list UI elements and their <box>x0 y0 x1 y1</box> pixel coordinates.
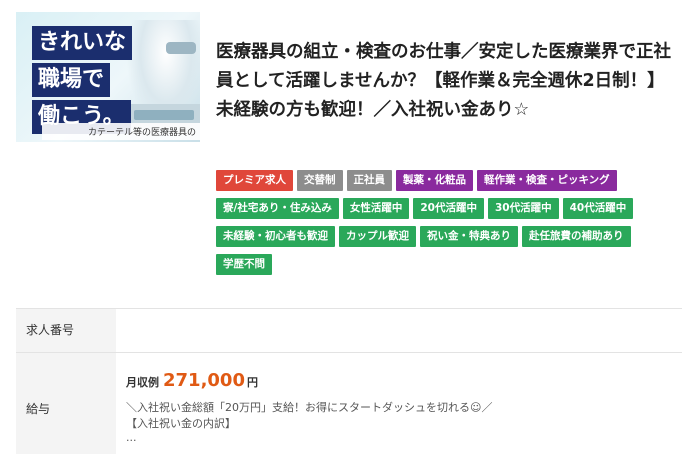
work-tray <box>134 110 194 120</box>
salary-description-more: ... <box>126 431 137 444</box>
job-thumbnail[interactable]: きれいな 職場で 働こう。 カテーテル等の医療器具の <box>16 12 200 142</box>
job-tag: 学歴不問 <box>216 254 272 275</box>
job-tag: 30代活躍中 <box>487 198 559 219</box>
tag-list: プレミア求人 交替制 正社員 製薬・化粧品 軽作業・検査・ピッキング寮/社宅あり・住み込… <box>216 170 686 282</box>
job-tag: 正社員 <box>346 170 392 191</box>
job-tag: 製薬・化粧品 <box>396 170 473 191</box>
salary-summary: 月収例 271,000 円 <box>126 370 258 391</box>
salary-description: 【入社祝い金の内訳】 <box>126 417 236 430</box>
worker-goggles <box>166 42 196 54</box>
job-tag: 交替制 <box>297 170 343 191</box>
job-tag: 女性活躍中 <box>342 198 410 219</box>
job-tag: 20代活躍中 <box>413 198 484 219</box>
job-title[interactable]: 医療器具の組立・検査のお仕事／安定した医療業界で正社員として活躍しませんか？【軽… <box>216 38 682 125</box>
job-number-label: 求人番号 <box>26 323 75 337</box>
salary-description: ＼入社祝い金総額「20万円」支給！お得にスタートダッシュを切れる☺／ <box>126 401 493 414</box>
thumbnail-caption: カテーテル等の医療器具の <box>42 123 200 140</box>
salary-label: 給与 <box>26 402 51 416</box>
thumbnail-text-line-1: きれいな <box>32 26 133 60</box>
job-tag: 40代活躍中 <box>562 198 634 219</box>
job-tag: カップル歓迎 <box>339 226 416 247</box>
thumbnail-text-line-2: 職場で <box>32 63 111 97</box>
salary-prefix: 月収例 <box>126 376 159 389</box>
salary-unit: 円 <box>246 376 258 389</box>
job-tag: 赴任旅費の補助あり <box>522 226 631 247</box>
job-tag: プレミア求人 <box>216 170 293 191</box>
job-tag: 寮/社宅あり・住み込み <box>216 198 339 219</box>
job-tag: 祝い金・特典あり <box>420 226 518 247</box>
job-tag: 未経験・初心者も歓迎 <box>216 226 335 247</box>
job-tag: 軽作業・検査・ピッキング <box>477 170 617 191</box>
salary-amount: 271,000 <box>163 370 245 391</box>
